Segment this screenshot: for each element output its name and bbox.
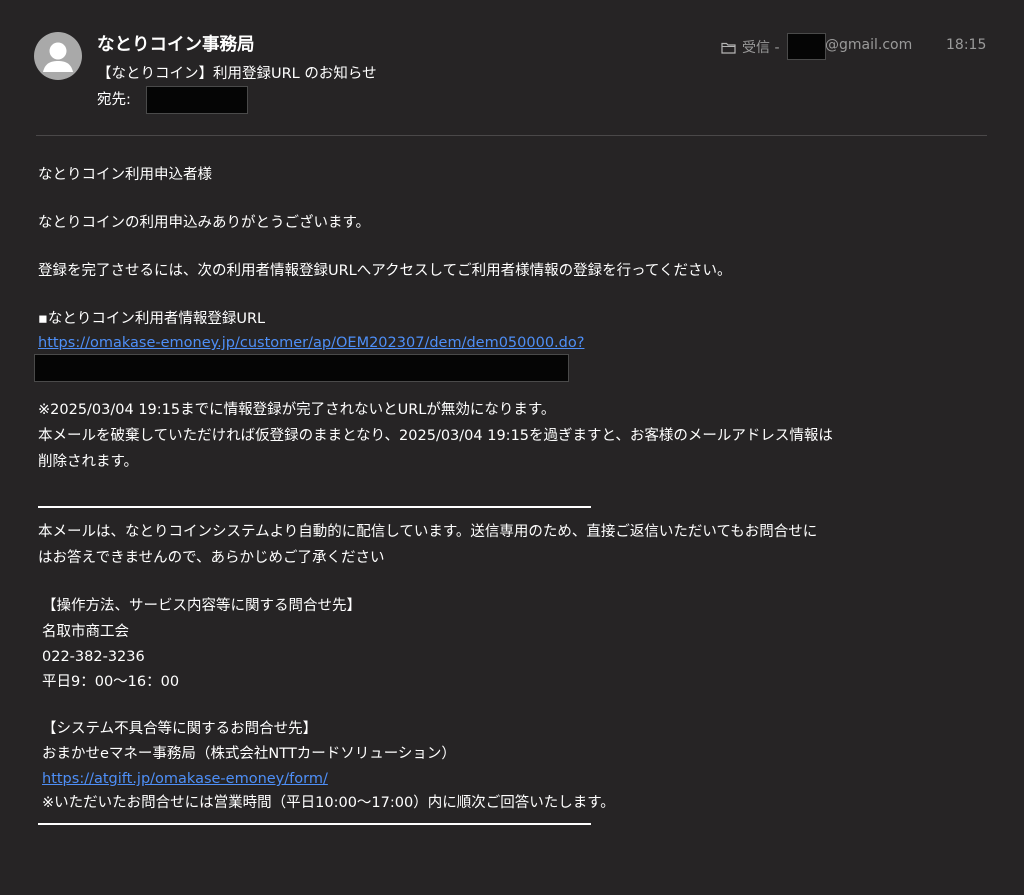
account-redaction	[787, 33, 826, 60]
mailbox-folder[interactable]: 受信 - @gmail.com	[721, 33, 912, 60]
auto-mail-notice: 本メールは、なとりコインシステムより自動的に配信しています。送信専用のため、直接…	[38, 524, 818, 540]
contact2-heading: 【システム不具合等に関するお問合せ先】	[42, 721, 318, 737]
recipient-redaction	[146, 86, 248, 114]
contact1-phone: 022-382-3236	[42, 649, 145, 665]
contact2-org: おまかせeマネー事務局（株式会社NTTカードソリューション）	[42, 746, 456, 762]
sender-avatar-icon[interactable]	[34, 32, 82, 80]
separator-rule	[38, 506, 591, 508]
url-redaction	[34, 354, 569, 382]
recipient-label: 宛先:	[97, 92, 131, 108]
thanks-line: なとりコインの利用申込みありがとうございます。	[38, 215, 371, 231]
contact1-org: 名取市商工会	[42, 624, 129, 640]
instruction-line: 登録を完了させるには、次の利用者情報登録URLへアクセスしてご利用者様情報の登録…	[38, 263, 732, 279]
contact1-heading: 【操作方法、サービス内容等に関する問合せ先】	[42, 598, 361, 614]
registration-url-link[interactable]: https://omakase-emoney.jp/customer/ap/OE…	[38, 335, 584, 351]
header-divider	[36, 135, 987, 136]
received-time: 18:15	[946, 37, 987, 53]
folder-label: 受信 -	[742, 40, 780, 56]
sender-name[interactable]: なとりコイン事務局	[97, 31, 255, 56]
email-subject: 【なとりコイン】利用登録URL のお知らせ	[97, 66, 377, 82]
greeting: なとりコイン利用申込者様	[38, 167, 212, 183]
contact1-hours: 平日9：00〜16：00	[42, 674, 180, 690]
registration-url-heading: ▪なとりコイン利用者情報登録URL	[38, 311, 266, 327]
folder-icon	[721, 42, 736, 58]
account-domain: @gmail.com	[825, 37, 913, 53]
discard-notice: 本メールを破棄していただければ仮登録のままとなり、2025/03/04 19:1…	[38, 428, 833, 444]
contact-form-link[interactable]: https://atgift.jp/omakase-emoney/form/	[42, 771, 328, 787]
auto-mail-notice-cont: はお答えできませんので、あらかじめご了承ください	[38, 550, 385, 566]
contact2-note: ※いただいたお問合せには営業時間（平日10:00〜17:00）内に順次ご回答いた…	[42, 795, 615, 811]
separator-rule-bottom	[38, 823, 591, 825]
email-header: なとりコイン事務局 【なとりコイン】利用登録URL のお知らせ 宛先: 受信 -…	[0, 0, 1024, 136]
recipient-line: 宛先:	[97, 86, 248, 114]
discard-notice-cont: 削除されます。	[38, 454, 139, 470]
expiry-notice: ※2025/03/04 19:15までに情報登録が完了されないとURLが無効にな…	[38, 402, 556, 418]
